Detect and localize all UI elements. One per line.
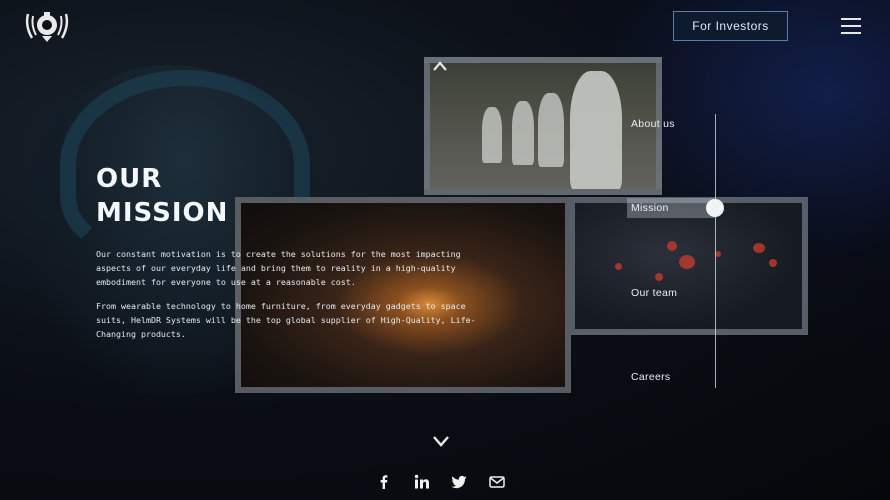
team-figure (512, 101, 534, 165)
map-dot (667, 241, 677, 251)
helmet-logo-icon[interactable] (22, 8, 72, 44)
mission-paragraph: Our constant motivation is to create the… (96, 249, 461, 287)
team-figure (482, 107, 502, 163)
map-dot (679, 255, 695, 269)
page-title: OUR MISSION (96, 164, 229, 228)
chevron-up-icon[interactable] (432, 57, 448, 71)
map-dot (615, 263, 622, 270)
team-photo (424, 57, 662, 195)
menu-line (841, 32, 861, 34)
fire-photo (235, 197, 571, 393)
side-nav-track (715, 114, 716, 388)
mission-paragraph: From wearable technology to home furnitu… (96, 301, 476, 339)
map-dot (655, 273, 663, 281)
map-dot (753, 243, 765, 253)
map-dot (769, 259, 777, 267)
menu-line (841, 18, 861, 20)
side-nav-item-our-team[interactable]: Our team (631, 287, 677, 299)
for-investors-button[interactable]: For Investors (673, 11, 788, 41)
side-nav-item-mission[interactable]: Mission (627, 198, 715, 218)
side-nav-item-careers[interactable]: Careers (631, 371, 670, 383)
email-icon[interactable] (489, 474, 505, 490)
chevron-down-icon[interactable] (432, 433, 450, 447)
facebook-icon[interactable] (376, 474, 392, 490)
linkedin-icon[interactable] (414, 474, 430, 490)
side-nav-item-about-us[interactable]: About us (631, 118, 675, 130)
hamburger-menu-icon[interactable] (841, 18, 861, 34)
menu-line (841, 25, 861, 27)
twitter-icon[interactable] (451, 474, 467, 490)
team-figure (570, 71, 622, 189)
team-figure (538, 93, 564, 167)
side-nav-active-indicator (706, 199, 724, 217)
